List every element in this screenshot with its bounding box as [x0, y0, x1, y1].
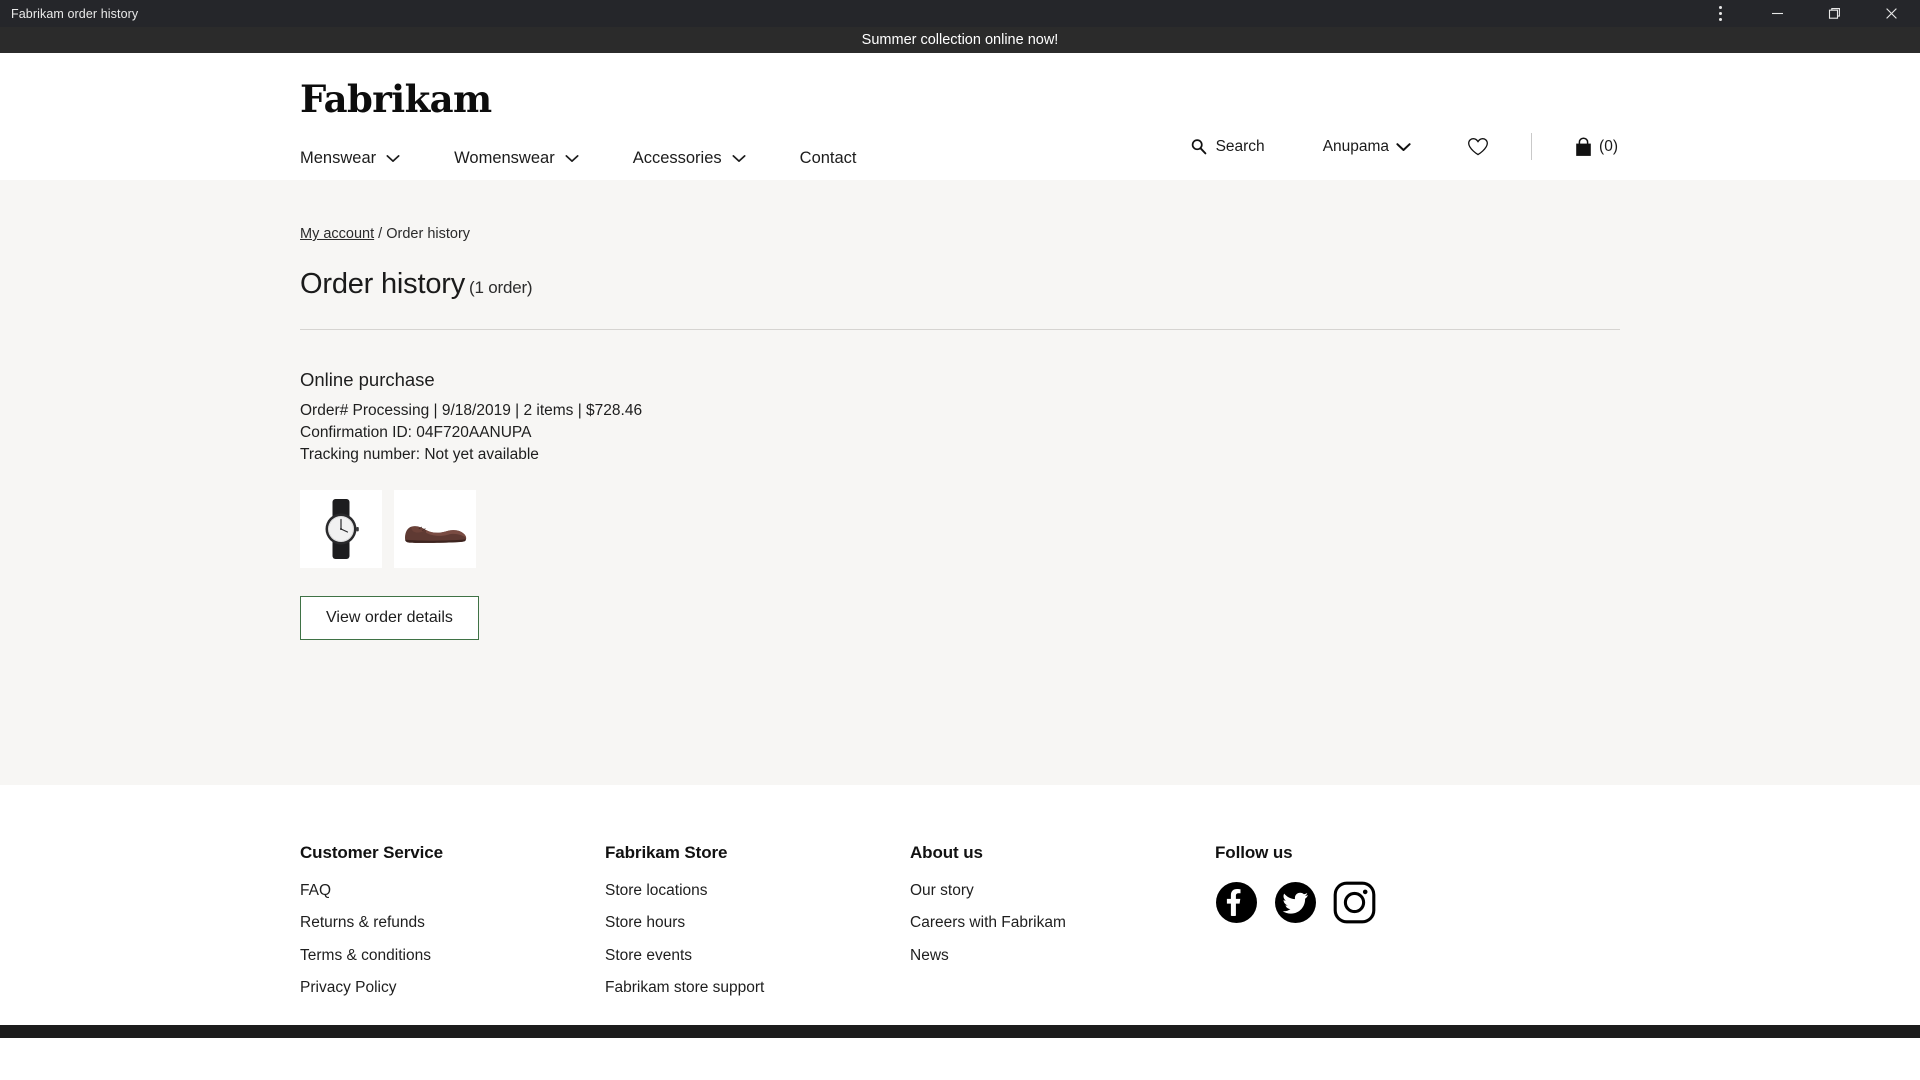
- search-icon: [1191, 139, 1206, 155]
- nav-item-womenswear[interactable]: Womenswear: [454, 149, 579, 168]
- more-options-button[interactable]: [1692, 0, 1749, 27]
- twitter-icon: [1275, 882, 1316, 923]
- nav-item-accessories[interactable]: Accessories: [633, 149, 746, 168]
- footer-column-heading: Follow us: [1215, 843, 1293, 862]
- header-actions: Search Anupama (0): [1190, 133, 1618, 160]
- footer-column-heading: About us: [910, 843, 983, 862]
- cart-count-label: (0): [1599, 137, 1618, 155]
- window-bottom-bar: [0, 1025, 1920, 1038]
- footer-column-about-us: About us Our story Careers with Fabrikam…: [910, 843, 1215, 1004]
- vertical-dots-icon: [1719, 6, 1722, 21]
- social-links: [1215, 881, 1520, 924]
- search-button[interactable]: Search: [1190, 138, 1265, 156]
- footer-column-fabrikam-store: Fabrikam Store Store locations Store hou…: [605, 843, 910, 1004]
- nav-item-label: Contact: [799, 149, 857, 167]
- facebook-icon: [1216, 882, 1257, 923]
- order-item-thumbnail[interactable]: [394, 489, 476, 568]
- site-header: Fabrikam Search Anupama (0) Menswear Wom…: [0, 53, 1920, 180]
- order-tracking-line: Tracking number: Not yet available: [300, 445, 539, 463]
- chevron-down-icon: [1396, 142, 1411, 151]
- maximize-button[interactable]: [1806, 0, 1863, 27]
- chevron-down-icon: [386, 155, 400, 162]
- order-item-thumbnail[interactable]: [300, 489, 382, 568]
- footer-link-terms-conditions[interactable]: Terms & conditions: [300, 940, 605, 972]
- order-confirmation-line: Confirmation ID: 04F720AANUPA: [300, 423, 532, 441]
- footer-column-customer-service: Customer Service FAQ Returns & refunds T…: [300, 843, 605, 1004]
- footer-link-privacy-policy[interactable]: Privacy Policy: [300, 972, 605, 1004]
- cart-button[interactable]: (0): [1574, 136, 1618, 157]
- footer-link-our-story[interactable]: Our story: [910, 875, 1215, 907]
- brand-logo[interactable]: Fabrikam: [300, 81, 492, 118]
- instagram-icon: [1333, 881, 1376, 924]
- footer-link-returns-refunds[interactable]: Returns & refunds: [300, 907, 605, 939]
- heart-icon: [1468, 137, 1488, 155]
- footer-column-follow-us: Follow us: [1215, 843, 1520, 1004]
- promo-banner-text: Summer collection online now!: [861, 32, 1059, 48]
- nav-item-label: Womenswear: [454, 149, 555, 167]
- order-count-label: (1 order): [469, 278, 533, 297]
- page-title-text: Order history: [300, 268, 465, 300]
- search-label: Search: [1215, 137, 1265, 155]
- maximize-icon: [1828, 8, 1840, 19]
- close-icon: [1886, 8, 1897, 19]
- dress-shoe-icon: [405, 526, 467, 543]
- footer-link-store-locations[interactable]: Store locations: [605, 875, 910, 907]
- window-titlebar: Fabrikam order history: [0, 0, 1920, 27]
- twitter-link[interactable]: [1274, 881, 1317, 924]
- breadcrumb-link-my-account[interactable]: My account: [300, 226, 374, 242]
- facebook-link[interactable]: [1215, 881, 1258, 924]
- chevron-down-icon: [732, 155, 746, 162]
- footer-link-careers[interactable]: Careers with Fabrikam: [910, 907, 1215, 939]
- footer-link-faq[interactable]: FAQ: [300, 875, 605, 907]
- footer-columns: Customer Service FAQ Returns & refunds T…: [300, 785, 1620, 1004]
- footer-column-heading: Customer Service: [300, 843, 443, 862]
- account-menu-button[interactable]: Anupama: [1323, 138, 1411, 156]
- page-content: My account / Order history Order history…: [0, 180, 1920, 785]
- nav-item-label: Menswear: [300, 149, 377, 167]
- footer-link-news[interactable]: News: [910, 940, 1215, 972]
- shopping-bag-icon: [1576, 136, 1591, 156]
- minimize-button[interactable]: [1749, 0, 1806, 27]
- footer-link-store-hours[interactable]: Store hours: [605, 907, 910, 939]
- footer-link-store-events[interactable]: Store events: [605, 940, 910, 972]
- window-title: Fabrikam order history: [11, 6, 139, 21]
- site-footer: Customer Service FAQ Returns & refunds T…: [0, 785, 1920, 1038]
- order-item-thumbnails: [300, 489, 1620, 568]
- close-button[interactable]: [1863, 0, 1920, 27]
- breadcrumb-separator: /: [374, 226, 387, 242]
- instagram-link[interactable]: [1333, 881, 1376, 924]
- breadcrumb-current: Order history: [386, 226, 471, 242]
- title-divider: [300, 328, 1620, 330]
- header-divider: [1531, 133, 1533, 160]
- view-order-details-button[interactable]: View order details: [300, 595, 479, 640]
- footer-link-store-support[interactable]: Fabrikam store support: [605, 972, 910, 1004]
- window-controls: [1692, 0, 1920, 27]
- nav-item-menswear[interactable]: Menswear: [300, 149, 400, 168]
- breadcrumb: My account / Order history: [300, 180, 1620, 242]
- order-card: Online purchase Order# Processing | 9/18…: [300, 369, 1620, 640]
- main-navigation: Menswear Womenswear Accessories Contact: [300, 149, 857, 168]
- account-name-label: Anupama: [1322, 137, 1390, 155]
- nav-item-label: Accessories: [632, 149, 722, 167]
- nav-item-contact[interactable]: Contact: [800, 149, 857, 168]
- order-summary-line: Order# Processing | 9/18/2019 | 2 items …: [300, 401, 643, 419]
- wristwatch-icon: [325, 498, 359, 559]
- order-channel-label: Online purchase: [300, 368, 435, 390]
- wishlist-button[interactable]: [1467, 137, 1489, 157]
- page-title: Order history (1 order): [300, 268, 1620, 301]
- minimize-icon: [1772, 12, 1783, 15]
- promo-banner: Summer collection online now!: [0, 27, 1920, 53]
- chevron-down-icon: [565, 155, 579, 162]
- footer-column-heading: Fabrikam Store: [605, 843, 728, 862]
